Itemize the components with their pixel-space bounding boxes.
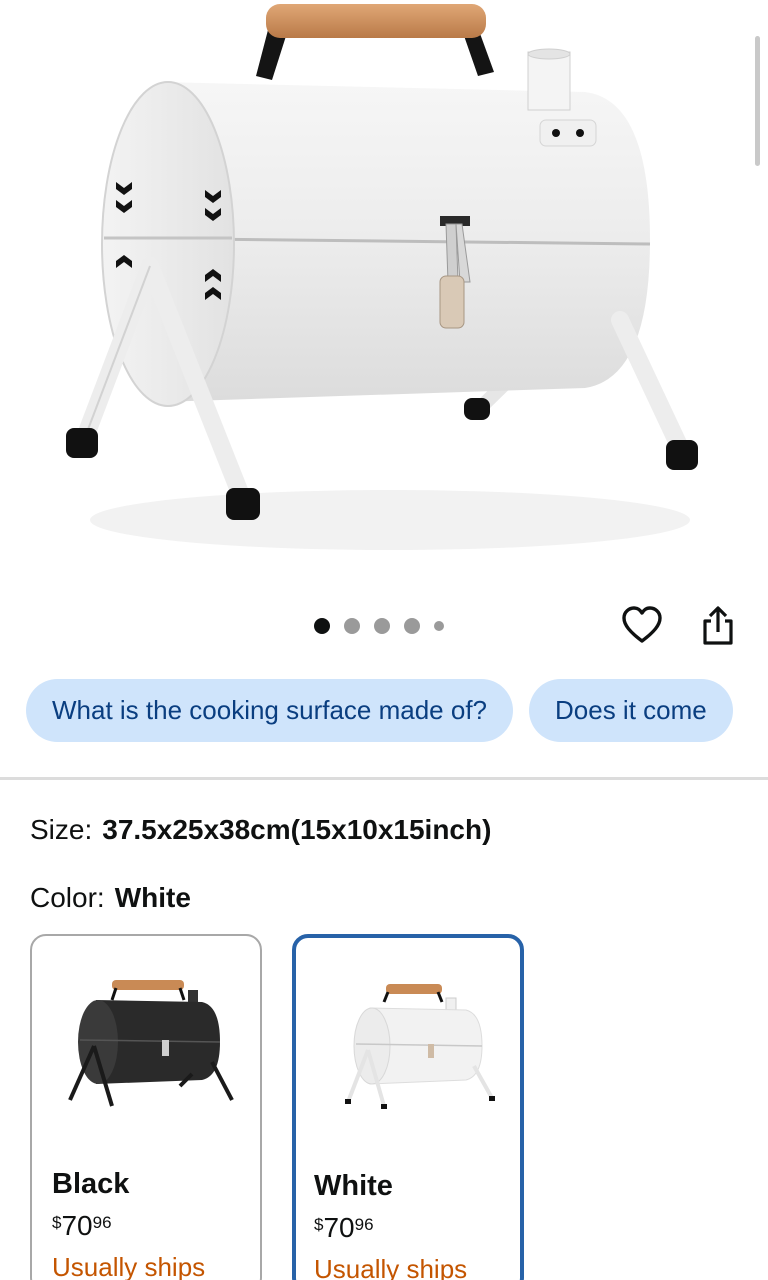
question-chip[interactable]: Does it come	[529, 679, 733, 742]
black-grill-thumbnail	[68, 980, 234, 1107]
size-selector[interactable]: Size: 37.5x25x38cm(15x10x15inch)	[30, 814, 491, 846]
color-selector: Color: White	[30, 882, 191, 914]
carousel-dot[interactable]	[374, 618, 390, 634]
carousel-dot[interactable]	[344, 618, 360, 634]
question-chips: What is the cooking surface made of? Doe…	[26, 679, 733, 742]
section-divider	[0, 777, 768, 780]
product-image[interactable]	[0, 0, 768, 590]
heart-icon	[622, 606, 662, 643]
price-cents: 96	[354, 1215, 374, 1234]
price-whole: 70	[61, 1210, 93, 1241]
color-option-white[interactable]: White $70 96 Usually ships	[292, 934, 524, 1280]
price-whole: 70	[323, 1212, 355, 1243]
option-name: Black	[52, 1168, 130, 1200]
price-cents: 96	[92, 1213, 112, 1232]
carousel-indicator[interactable]	[314, 616, 444, 636]
color-value: White	[114, 882, 191, 913]
option-name: White	[314, 1170, 393, 1202]
share-button[interactable]	[696, 604, 740, 648]
option-price: $70 96	[314, 1212, 374, 1244]
shipping-note: Usually ships	[52, 1252, 206, 1280]
size-label: Size:	[30, 814, 93, 845]
question-chip[interactable]: What is the cooking surface made of?	[26, 679, 514, 742]
price-symbol: $	[52, 1213, 62, 1232]
carousel-dot[interactable]	[434, 621, 444, 631]
color-option-black[interactable]: Black $70 96 Usually ships	[30, 934, 262, 1280]
size-value: 37.5x25x38cm(15x10x15inch)	[102, 814, 492, 845]
white-grill-thumbnail	[345, 984, 495, 1109]
page-scrollbar[interactable]	[755, 36, 760, 166]
grill-illustration	[66, 4, 698, 550]
carousel-dot[interactable]	[404, 618, 420, 634]
share-icon	[703, 606, 733, 645]
price-symbol: $	[314, 1215, 324, 1234]
color-label: Color:	[30, 882, 105, 913]
option-price: $70 96	[52, 1210, 112, 1242]
shipping-note: Usually ships	[314, 1254, 468, 1280]
wishlist-button[interactable]	[620, 604, 664, 648]
carousel-dot-active[interactable]	[314, 618, 330, 634]
